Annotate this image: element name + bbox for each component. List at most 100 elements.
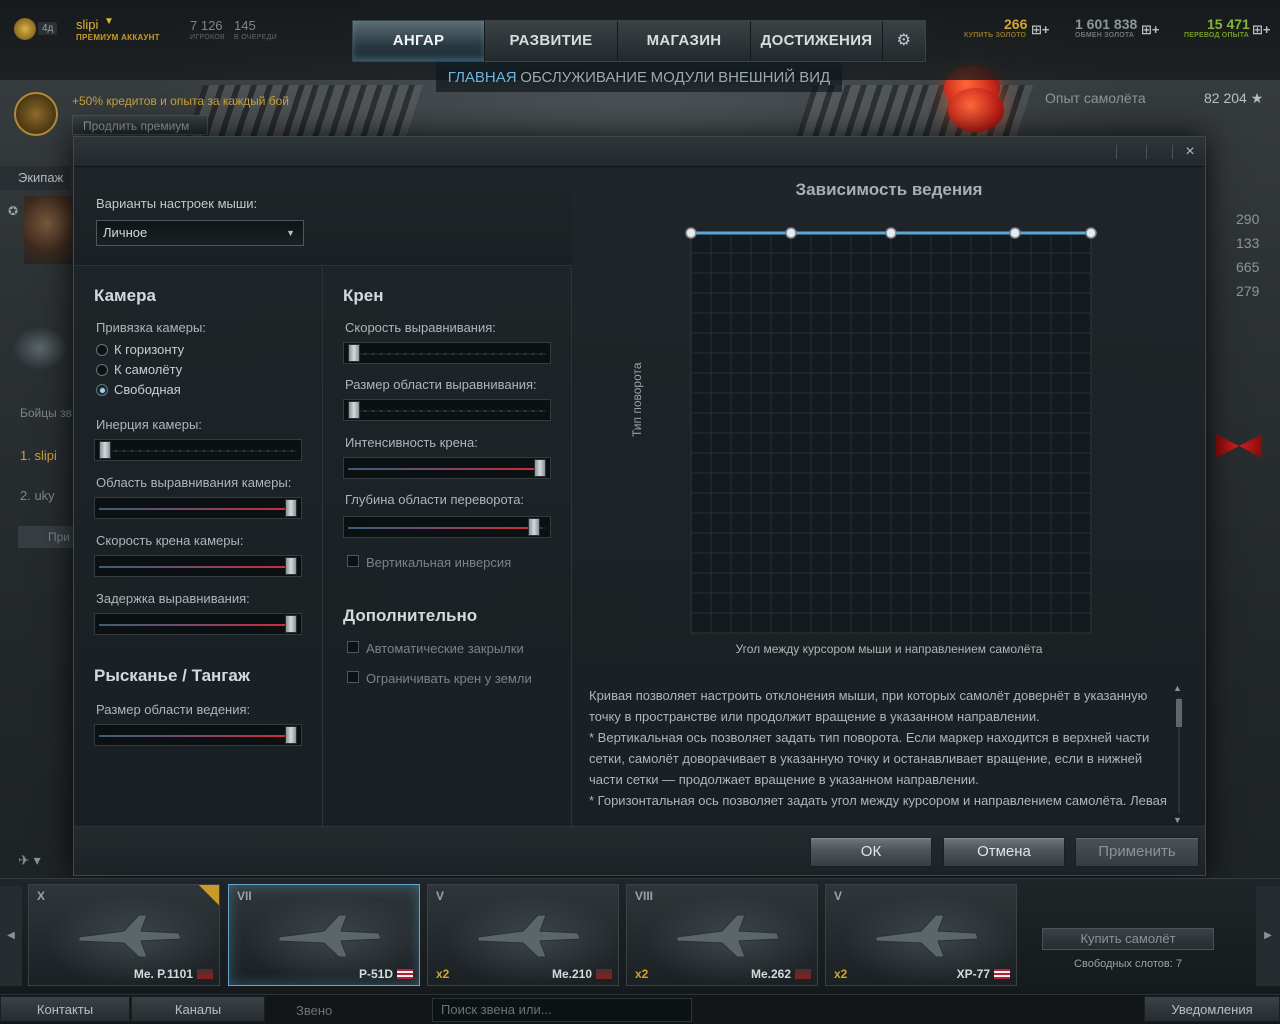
carousel-right-arrow-icon[interactable]: ▶ — [1256, 886, 1280, 986]
notifications-button[interactable]: Уведомления — [1144, 996, 1280, 1022]
plane-icon — [278, 914, 382, 958]
radio-aircraft[interactable] — [96, 364, 108, 376]
credits-amount: 1 601 838 — [1075, 16, 1138, 32]
cancel-button[interactable]: Отмена — [943, 837, 1065, 867]
scroll-down-icon[interactable]: ▼ — [1173, 815, 1182, 825]
plane-name: P-51D — [358, 967, 393, 981]
plane-icon — [676, 914, 780, 958]
alignment-delay-slider[interactable] — [94, 613, 302, 635]
camera-section-title: Камера — [94, 286, 156, 305]
queue-count: 145 — [234, 18, 256, 33]
squad-member[interactable]: 1. slipi — [20, 448, 57, 463]
scroll-up-icon[interactable]: ▲ — [1173, 683, 1182, 693]
squad-member[interactable]: 2. uky — [20, 488, 55, 503]
user-name[interactable]: slipi — [76, 17, 98, 32]
roll-alignment-speed-slider[interactable] — [343, 342, 551, 364]
toolbar-plane-icon[interactable]: ✈ ▾ — [0, 846, 72, 874]
crew-avatar[interactable] — [24, 196, 72, 264]
dialog-titlebar[interactable]: × — [74, 137, 1205, 167]
add-xp-icon[interactable]: ⊞+ — [1252, 22, 1270, 38]
auto-flaps-label[interactable]: Автоматические закрылки — [366, 641, 524, 656]
contacts-button[interactable]: Контакты — [0, 996, 130, 1022]
squad-invite-button[interactable]: При — [18, 526, 78, 548]
help-line: * Вертикальная ось позволяет задать тип … — [589, 730, 1150, 745]
subtab-maintenance[interactable]: ОБСЛУЖИВАНИЕ — [520, 69, 647, 86]
tab-shop[interactable]: МАГАЗИН — [618, 21, 751, 61]
exchange-gold-link[interactable]: ОБМЕН ЗОЛОТА — [1075, 32, 1134, 39]
chart-point-handle[interactable] — [785, 227, 797, 239]
chart-grid — [690, 232, 1092, 634]
chart-point-handle[interactable] — [885, 227, 897, 239]
apply-button[interactable]: Применить — [1075, 837, 1199, 867]
squad-search-input[interactable]: Поиск звена или... — [432, 998, 692, 1022]
titlebar-separator — [1116, 145, 1117, 159]
slider-label: Задержка выравнивания: — [96, 591, 250, 606]
premium-bonus-text: +50% кредитов и опыта за каждый бой — [72, 94, 289, 108]
presets-dropdown[interactable]: Личное ▼ — [96, 220, 304, 246]
buy-plane-button[interactable]: Купить самолёт — [1042, 928, 1214, 950]
roll-intensity-slider[interactable] — [343, 457, 551, 479]
add-credits-icon[interactable]: ⊞+ — [1141, 22, 1159, 38]
limit-roll-checkbox[interactable] — [347, 671, 359, 683]
tab-development[interactable]: РАЗВИТИЕ — [485, 21, 618, 61]
chevron-down-icon[interactable]: ▼ — [104, 16, 114, 27]
limit-roll-label[interactable]: Ограничивать крен у земли — [366, 671, 532, 686]
plane-card[interactable]: Vx2 XP-77 — [825, 884, 1017, 986]
plane-xp-label: Опыт самолёта — [1045, 90, 1146, 106]
lead-curve-chart[interactable] — [659, 219, 1109, 639]
subtab-appearance[interactable]: ВНЕШНИЙ ВИД — [718, 69, 830, 86]
flip-area-depth-slider[interactable] — [343, 516, 551, 538]
crew-emblem-icon: ✪ — [8, 204, 19, 218]
camera-alignment-area-slider[interactable] — [94, 497, 302, 519]
plane-card[interactable]: VII P-51D — [228, 884, 420, 986]
channels-button[interactable]: Каналы — [131, 996, 265, 1022]
help-text: Кривая позволяет настроить отклонения мы… — [589, 685, 1169, 813]
xp-multiplier-badge: x2 — [436, 967, 450, 981]
auto-flaps-checkbox[interactable] — [347, 641, 359, 653]
radio-horizon[interactable] — [96, 344, 108, 356]
subtab-main[interactable]: ГЛАВНАЯ — [448, 69, 517, 86]
chart-point-handle[interactable] — [1085, 227, 1097, 239]
plane-name: Me. P.1101 — [133, 967, 193, 981]
chart-point-handle[interactable] — [685, 227, 697, 239]
radio-aircraft-label[interactable]: К самолёту — [114, 362, 182, 377]
camera-roll-speed-slider[interactable] — [94, 555, 302, 577]
user-emblem-icon — [14, 18, 36, 40]
subtab-modules[interactable]: МОДУЛИ — [651, 69, 715, 86]
premium-account-label: ПРЕМИУМ АККАУНТ — [76, 33, 160, 42]
premium-badge-icon — [14, 92, 58, 136]
vertical-inversion-checkbox[interactable] — [347, 555, 359, 567]
transfer-xp-link[interactable]: ПЕРЕВОД ОПЫТА — [1184, 32, 1249, 39]
tab-extra[interactable]: ⚙ — [883, 21, 925, 61]
squad-logo-icon — [12, 326, 68, 370]
plane-card[interactable]: X Me. P.1101 — [28, 884, 220, 986]
radio-horizon-label[interactable]: К горизонту — [114, 342, 184, 357]
add-gold-icon[interactable]: ⊞+ — [1031, 22, 1049, 38]
chart-xlabel: Угол между курсором мыши и направлением … — [735, 642, 1043, 656]
camera-inertia-slider[interactable] — [94, 439, 302, 461]
roll-alignment-area-slider[interactable] — [343, 399, 551, 421]
vertical-inversion-label[interactable]: Вертикальная инверсия — [366, 555, 511, 570]
plane-icon — [78, 914, 182, 958]
crew-tab[interactable]: Экипаж — [0, 166, 70, 190]
plane-tier: VII — [237, 889, 252, 903]
squad-label: Звено — [296, 1003, 333, 1018]
slider-label: Скорость выравнивания: — [345, 320, 496, 335]
ok-button[interactable]: ОК — [810, 837, 932, 867]
buy-gold-link[interactable]: КУПИТЬ ЗОЛОТО — [964, 32, 1026, 39]
plane-name: XP-77 — [956, 967, 990, 981]
plane-card[interactable]: Vx2 Me.210 — [427, 884, 619, 986]
tab-achievements[interactable]: ДОСТИЖЕНИЯ — [751, 21, 883, 61]
plane-card[interactable]: VIII x2 Me.262 — [626, 884, 818, 986]
close-icon[interactable]: × — [1180, 142, 1200, 162]
slider-label: Глубина области переворота: — [345, 492, 525, 507]
nation-flag-icon — [596, 969, 612, 979]
radio-free[interactable] — [96, 384, 108, 396]
help-scrollbar-thumb[interactable] — [1176, 699, 1182, 727]
carousel-left-arrow-icon[interactable]: ◀ — [0, 886, 22, 986]
radio-free-label[interactable]: Свободная — [114, 382, 181, 397]
tab-hangar[interactable]: АНГАР — [353, 21, 485, 61]
extend-premium-button[interactable]: Продлить премиум — [72, 115, 208, 135]
lead-area-size-slider[interactable] — [94, 724, 302, 746]
chart-point-handle[interactable] — [1009, 227, 1021, 239]
